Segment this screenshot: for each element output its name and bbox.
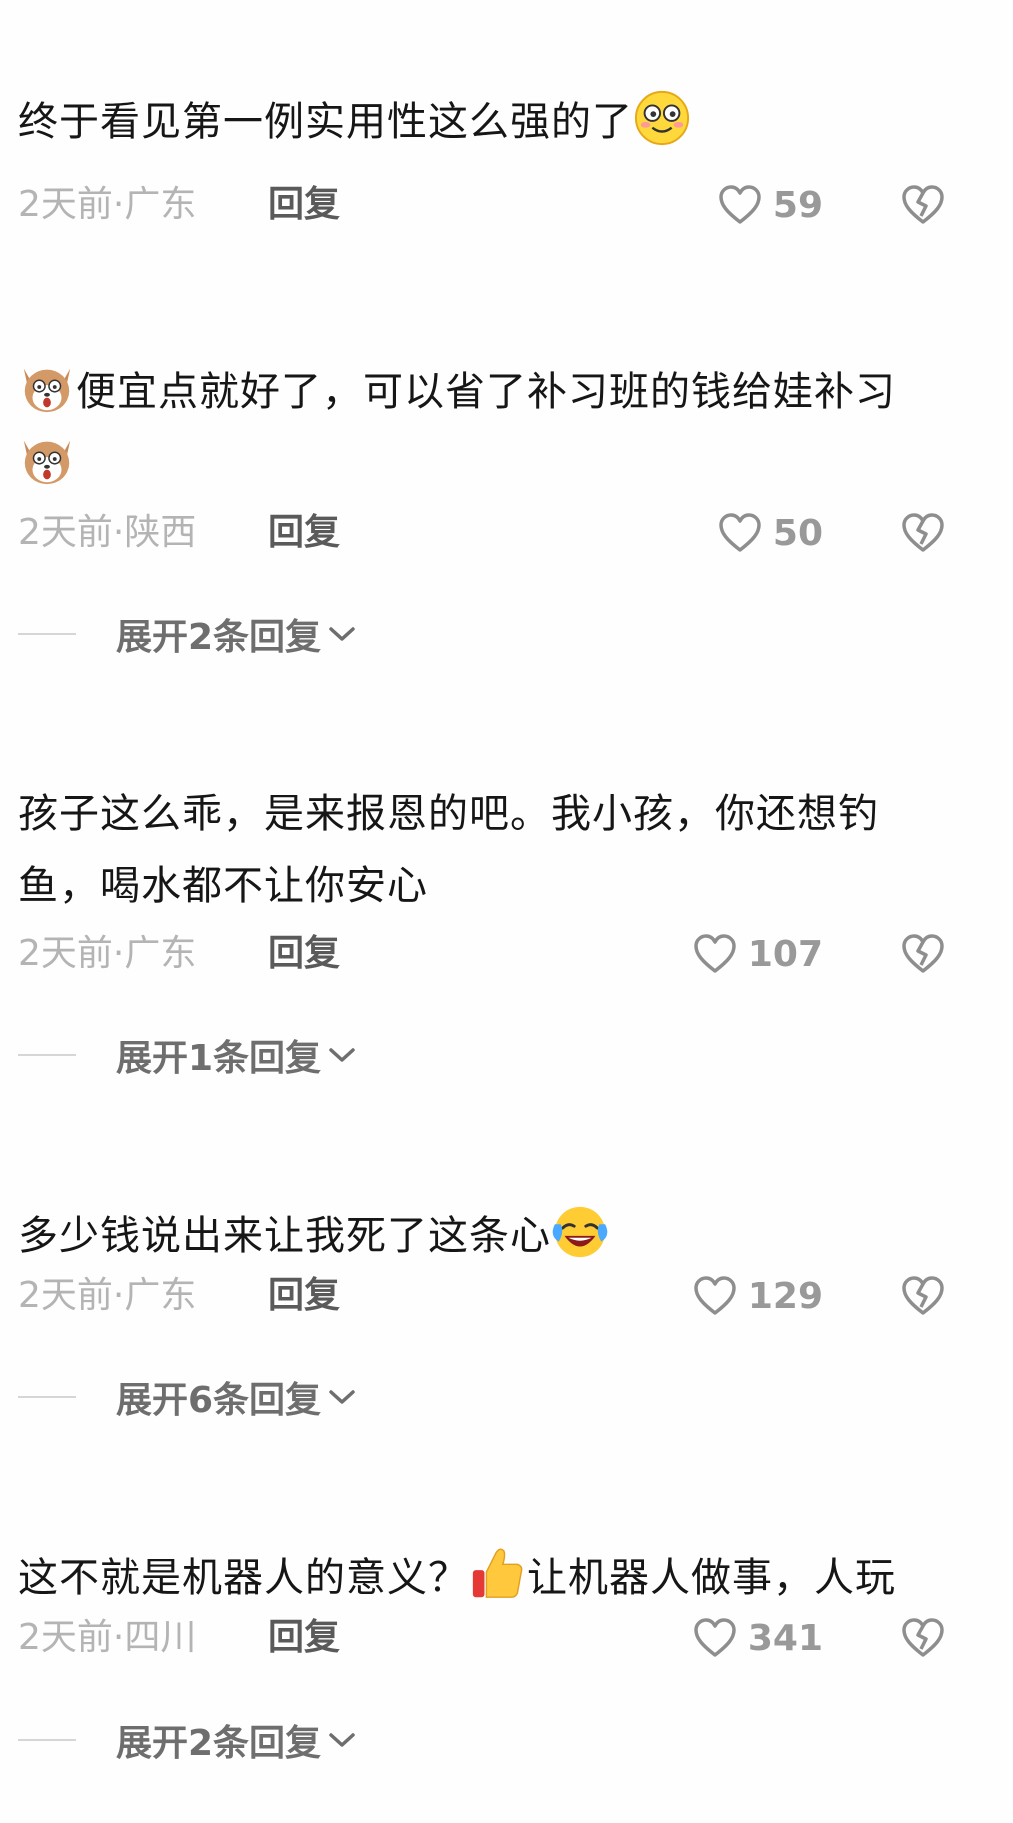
broken-heart-icon	[902, 1618, 944, 1657]
meta-separator: ·	[112, 512, 125, 553]
divider-line	[18, 633, 76, 635]
comment-meta: 2天前·陕西	[18, 509, 196, 557]
like-count: 107	[747, 933, 823, 975]
like-button[interactable]: 107	[692, 930, 823, 978]
chevron-down-icon	[329, 1733, 355, 1747]
comment-body: 便宜点就好了，可以省了补习班的钱给娃补习	[76, 369, 896, 415]
dislike-button[interactable]	[898, 181, 948, 229]
comment-location: 广东	[124, 1275, 197, 1316]
comment-location: 陕西	[124, 512, 197, 553]
meta-separator: ·	[112, 1617, 125, 1658]
expand-replies-button[interactable]: 展开1条回复	[18, 1031, 357, 1079]
broken-heart-icon	[902, 513, 944, 552]
heart-icon	[694, 934, 736, 973]
thumbs-up-emoji-icon	[472, 1548, 523, 1598]
broken-heart-icon	[902, 934, 944, 973]
like-button[interactable]: 59	[717, 181, 823, 229]
heart-icon	[719, 513, 761, 552]
comment-time: 2天前	[18, 1617, 113, 1658]
comment-text: 这不就是机器人的意义？ 让机器人做事，人玩	[18, 1542, 948, 1614]
heart-icon	[694, 1618, 736, 1657]
expand-replies-label: 展开1条回复	[116, 1038, 322, 1079]
comment-time: 2天前	[18, 184, 113, 225]
expand-replies-button[interactable]: 展开6条回复	[18, 1373, 357, 1421]
dog-emoji-icon	[23, 440, 71, 485]
like-button[interactable]: 341	[692, 1614, 823, 1662]
laugh-cry-emoji-icon	[552, 1206, 608, 1258]
comment-body-part1: 这不就是机器人的意义？	[18, 1555, 469, 1601]
comment-body: 多少钱说出来让我死了这条心	[18, 1213, 551, 1259]
like-count: 50	[772, 512, 823, 554]
comment-body-part2: 让机器人做事，人玩	[527, 1555, 896, 1601]
chevron-down-icon	[329, 1048, 355, 1062]
reply-button[interactable]: 回复	[268, 181, 340, 229]
comment-body: 终于看见第一例实用性这么强的了	[18, 99, 633, 145]
dislike-button[interactable]	[898, 509, 948, 557]
comment-time: 2天前	[18, 512, 113, 553]
comment-text: 终于看见第一例实用性这么强的了	[18, 86, 948, 158]
comment-meta: 2天前·四川	[18, 1614, 196, 1662]
divider-line	[18, 1054, 76, 1056]
reply-button[interactable]: 回复	[268, 1614, 340, 1662]
meta-separator: ·	[112, 933, 125, 974]
meta-separator: ·	[112, 1275, 125, 1316]
comment-location: 四川	[124, 1617, 197, 1658]
comment-text: 孩子这么乖，是来报恩的吧。我小孩，你还想钓鱼，喝水都不让你安心	[18, 778, 948, 922]
divider-line	[18, 1739, 76, 1741]
like-count: 59	[772, 184, 823, 226]
like-count: 341	[747, 1617, 823, 1659]
expand-replies-button[interactable]: 展开2条回复	[18, 610, 357, 658]
heart-icon	[694, 1276, 736, 1315]
broken-heart-icon	[902, 1276, 944, 1315]
dislike-button[interactable]	[898, 1272, 948, 1320]
comment-meta: 2天前·广东	[18, 181, 196, 229]
comment-location: 广东	[124, 184, 197, 225]
chevron-down-icon	[329, 627, 355, 641]
dislike-button[interactable]	[898, 1614, 948, 1662]
like-count: 129	[747, 1275, 823, 1317]
comment-location: 广东	[124, 933, 197, 974]
expand-replies-label: 展开6条回复	[116, 1380, 322, 1421]
chevron-down-icon	[329, 1390, 355, 1404]
meta-separator: ·	[112, 184, 125, 225]
expand-replies-label: 展开2条回复	[116, 617, 322, 658]
comment-meta: 2天前·广东	[18, 930, 196, 978]
reply-button[interactable]: 回复	[268, 509, 340, 557]
comment-text: 便宜点就好了，可以省了补习班的钱给娃补习	[18, 356, 948, 500]
comment-body: 孩子这么乖，是来报恩的吧。我小孩，你还想钓鱼，喝水都不让你安心	[18, 791, 879, 909]
like-button[interactable]: 50	[717, 509, 823, 557]
expand-replies-label: 展开2条回复	[116, 1723, 322, 1764]
comment-time: 2天前	[18, 933, 113, 974]
dislike-button[interactable]	[898, 930, 948, 978]
reply-button[interactable]: 回复	[268, 930, 340, 978]
broken-heart-icon	[902, 185, 944, 224]
expand-replies-button[interactable]: 展开2条回复	[18, 1716, 357, 1764]
comment-meta: 2天前·广东	[18, 1272, 196, 1320]
smile-emoji-icon	[634, 90, 690, 146]
dog-emoji-icon	[23, 368, 71, 413]
comment-text: 多少钱说出来让我死了这条心	[18, 1200, 948, 1272]
like-button[interactable]: 129	[692, 1272, 823, 1320]
heart-icon	[719, 185, 761, 224]
divider-line	[18, 1396, 76, 1398]
reply-button[interactable]: 回复	[268, 1272, 340, 1320]
comment-time: 2天前	[18, 1275, 113, 1316]
